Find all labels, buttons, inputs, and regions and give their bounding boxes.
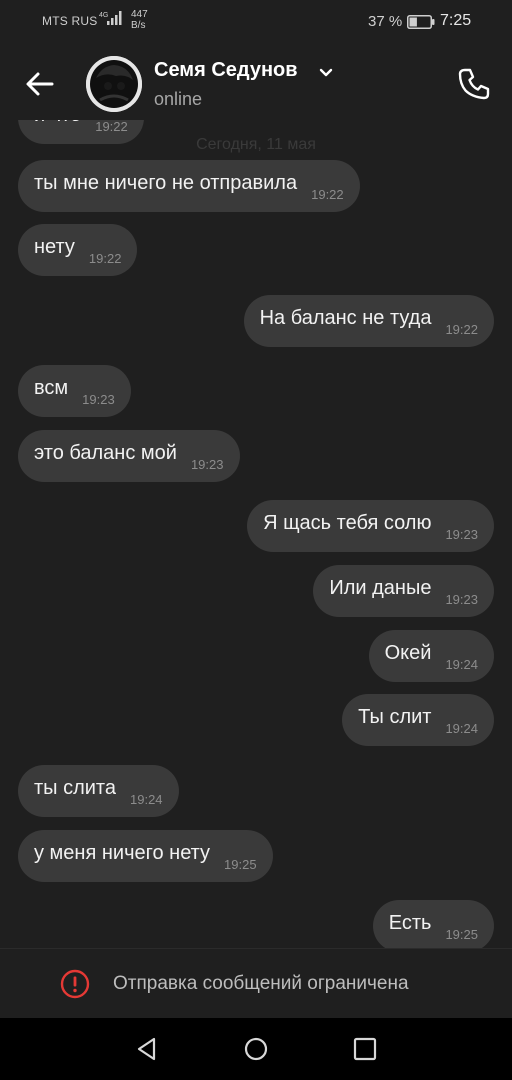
incoming-message[interactable]: ты слита 19:24 <box>18 765 179 817</box>
clock: 7:25 <box>440 12 472 29</box>
network-speed-unit: B/s <box>131 20 146 31</box>
message-time: 19:24 <box>445 720 478 736</box>
chat-header: Семя Седунов online <box>0 44 512 120</box>
message-time: 19:22 <box>95 120 128 134</box>
message-time: 19:24 <box>130 791 163 807</box>
contact-status: online <box>154 89 203 109</box>
message-time: 19:23 <box>445 591 478 607</box>
restriction-banner: Отправка сообщений ограничена <box>0 948 512 1019</box>
network-speed-value: 447 <box>131 9 148 20</box>
message-text: На баланс не туда <box>259 306 432 329</box>
message-text: ты слита <box>34 776 116 799</box>
outgoing-message[interactable]: На баланс не туда 19:22 <box>243 295 494 347</box>
status-bar: MTS RUS 4G 447 B/s 37 % 7:25 <box>0 0 512 44</box>
signal-icon <box>107 11 122 25</box>
message-text: ты мне ничего не отправила <box>34 171 298 194</box>
message-time: 19:22 <box>311 186 344 202</box>
battery-fill <box>409 17 417 27</box>
outgoing-message[interactable]: Ты слит 19:24 <box>342 694 494 746</box>
message-time: 19:25 <box>445 926 478 942</box>
message-text: нету <box>34 235 75 258</box>
message-text: это баланс мой <box>34 441 177 464</box>
screen: MTS RUS 4G 447 B/s 37 % 7:25 Семя Седуно… <box>0 0 512 1080</box>
incoming-message[interactable]: у меня ничего нету 19:25 <box>18 830 273 882</box>
message-time: 19:24 <box>445 656 478 672</box>
outgoing-message[interactable]: Есть 19:25 <box>372 900 494 948</box>
arrow-left-icon[interactable] <box>22 66 58 102</box>
incoming-message[interactable]: нету 19:22 <box>18 224 138 276</box>
message-time: 19:22 <box>445 321 478 337</box>
avatar[interactable] <box>86 56 142 112</box>
square-recents-icon[interactable] <box>352 1036 378 1062</box>
incoming-message[interactable]: это баланс мой 19:23 <box>18 430 240 482</box>
triangle-back-icon[interactable] <box>134 1036 160 1062</box>
message-text: Или даные <box>329 576 432 599</box>
restriction-message: Отправка сообщений ограничена <box>113 973 409 994</box>
message-text: Окей <box>384 641 432 664</box>
message-time: 19:23 <box>445 526 478 542</box>
message-time: 19:23 <box>190 456 224 472</box>
chevron-down-icon[interactable] <box>319 68 333 78</box>
battery-percent: 37 % <box>368 13 403 30</box>
incoming-message[interactable]: и что 19:22 <box>18 120 144 144</box>
message-time: 19:22 <box>88 250 122 266</box>
message-text: Я щась тебя солю <box>263 511 432 534</box>
message-text: всм <box>34 376 69 399</box>
message-text: и что <box>34 120 81 127</box>
message-text: у меня ничего нету <box>34 841 211 864</box>
outgoing-message[interactable]: Или даные 19:23 <box>313 565 494 617</box>
phone-icon[interactable] <box>456 66 492 102</box>
message-time: 19:25 <box>224 856 257 872</box>
circle-home-icon[interactable] <box>243 1036 269 1062</box>
incoming-message[interactable]: всм 19:23 <box>18 365 131 417</box>
outgoing-message[interactable]: Я щась тебя солю 19:23 <box>247 500 494 552</box>
outgoing-message[interactable]: Окей 19:24 <box>368 630 494 682</box>
battery-icon <box>407 15 435 29</box>
alert-circle-icon <box>60 969 90 999</box>
incoming-message[interactable]: ты мне ничего не отправила 19:22 <box>18 160 360 212</box>
network-speed: 447 B/s <box>131 9 148 31</box>
message-text: Ты слит <box>358 705 432 728</box>
message-list[interactable]: Сегодня, 11 мая и что19:22ты мне ничего … <box>0 120 512 948</box>
system-nav-bar <box>0 1018 512 1080</box>
message-text: Есть <box>388 911 432 934</box>
contact-name[interactable]: Семя Седунов <box>154 59 298 82</box>
message-time: 19:23 <box>82 391 115 407</box>
avatar-image <box>86 56 142 112</box>
carrier-label: MTS RUS <box>42 14 98 28</box>
